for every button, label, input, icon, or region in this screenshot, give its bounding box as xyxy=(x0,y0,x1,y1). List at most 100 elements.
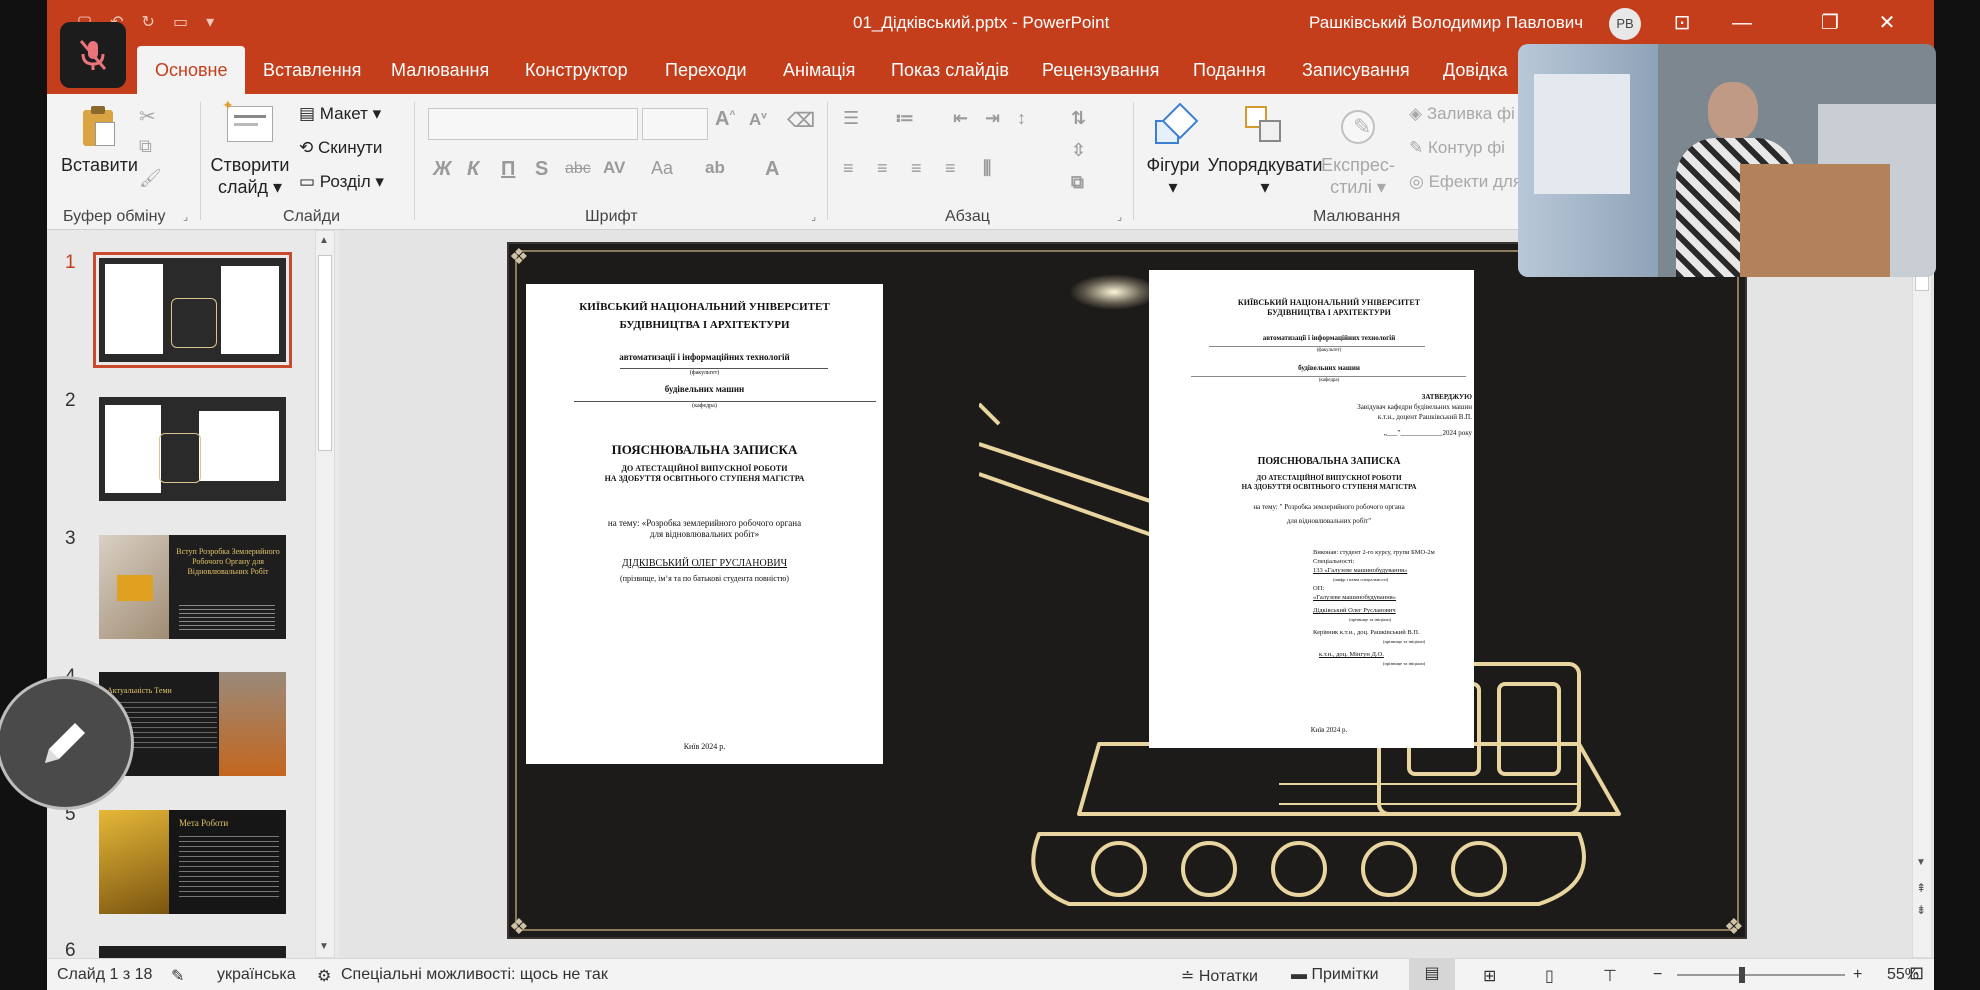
underline-button[interactable]: П xyxy=(501,158,515,181)
layout-button[interactable]: ▤ Макет ▾ xyxy=(299,104,381,124)
text-direction-icon[interactable]: ⇅ xyxy=(1071,108,1086,129)
tab-draw[interactable]: Малювання xyxy=(391,46,489,94)
restore-icon[interactable]: ❐ xyxy=(1815,8,1845,38)
close-icon[interactable]: ✕ xyxy=(1872,8,1902,38)
strikethrough-button[interactable]: abc xyxy=(565,160,591,178)
shadow-button[interactable]: S xyxy=(535,158,548,181)
cut-icon[interactable]: ✂ xyxy=(139,104,156,129)
increase-indent-icon[interactable]: ⇥ xyxy=(985,108,1000,129)
reset-button[interactable]: ⟲ Скинути xyxy=(299,138,382,158)
redo-icon[interactable]: ↻ xyxy=(142,12,155,32)
slide-thumbnail-6[interactable] xyxy=(99,946,286,958)
spellcheck-icon[interactable]: ✎ xyxy=(171,966,184,986)
decrease-font-icon[interactable]: Av xyxy=(749,110,767,130)
columns-icon[interactable]: ⫼ xyxy=(983,158,991,179)
zoom-in-icon[interactable]: + xyxy=(1853,966,1862,984)
user-name[interactable]: Рашківський Володимир Павлович xyxy=(1309,13,1583,33)
scrollbar-thumb[interactable] xyxy=(318,255,332,451)
format-painter-icon[interactable]: 🖌 xyxy=(139,168,162,189)
zoom-slider-thumb[interactable] xyxy=(1739,967,1745,983)
tab-record[interactable]: Записування xyxy=(1302,46,1410,94)
next-slide-icon[interactable]: ⇟ xyxy=(1916,903,1926,917)
shape-outline-button[interactable]: ✎ Контур фі xyxy=(1409,138,1505,158)
change-case-button[interactable]: Aa xyxy=(651,158,673,179)
shape-effects-button[interactable]: ◎ Ефекти для xyxy=(1409,172,1522,192)
slide-thumbnail-1[interactable] xyxy=(93,252,292,368)
copy-icon[interactable]: ⧉ xyxy=(139,136,152,157)
shapes-icon[interactable] xyxy=(1151,102,1199,150)
avatar[interactable]: PB xyxy=(1609,8,1641,40)
arrange-icon[interactable] xyxy=(1245,106,1285,146)
editor-scrollbar[interactable]: ▼ ⇞ ⇟ xyxy=(1912,230,1932,958)
language-indicator[interactable]: українська xyxy=(217,966,296,984)
tab-home[interactable]: Основне xyxy=(137,46,246,94)
new-slide-icon[interactable]: ✦ xyxy=(222,97,273,142)
arrange-button[interactable]: Упорядкувати ▾ xyxy=(1207,154,1323,198)
paste-button[interactable]: Вставити xyxy=(61,154,138,176)
quick-styles-button[interactable]: Експрес-стилі ▾ xyxy=(1317,154,1399,198)
tab-help[interactable]: Довідка xyxy=(1443,46,1508,94)
accessibility-icon[interactable]: ⚙ xyxy=(317,966,331,986)
notes-button[interactable]: ≐ Нотатки xyxy=(1181,966,1258,986)
font-size-combo[interactable] xyxy=(642,108,708,140)
italic-button[interactable]: К xyxy=(467,158,479,181)
annotate-pen-button[interactable] xyxy=(0,676,134,810)
customize-qat-icon[interactable]: ▾ xyxy=(206,12,214,32)
section-button[interactable]: ▭ Розділ ▾ xyxy=(299,172,384,192)
align-center-icon[interactable]: ≡ xyxy=(877,158,888,179)
clear-format-icon[interactable]: ⌫ xyxy=(787,108,815,133)
thumbnails-scrollbar[interactable]: ▲ ▼ xyxy=(315,230,335,958)
char-spacing-button[interactable]: AV xyxy=(603,158,625,178)
normal-view-icon[interactable]: ▤ xyxy=(1409,959,1455,990)
shapes-button[interactable]: Фігури ▾ xyxy=(1143,154,1203,198)
tab-design[interactable]: Конструктор xyxy=(525,46,628,94)
muted-mic-button[interactable] xyxy=(60,22,126,88)
accessibility-status[interactable]: Спеціальні можливості: щось не так xyxy=(341,966,608,984)
decrease-indent-icon[interactable]: ⇤ xyxy=(953,108,968,129)
minimize-icon[interactable]: — xyxy=(1727,8,1757,38)
font-name-combo[interactable] xyxy=(428,108,638,140)
paste-icon[interactable] xyxy=(79,104,117,148)
slideshow-view-icon[interactable]: ⊤ xyxy=(1603,966,1617,986)
font-launcher-icon[interactable]: ⌟ xyxy=(811,210,816,223)
zoom-out-icon[interactable]: − xyxy=(1653,966,1662,984)
slide-canvas[interactable]: ❖ ❖ ❖ ❖ xyxy=(507,242,1747,939)
tab-review[interactable]: Рецензування xyxy=(1042,46,1159,94)
paragraph-launcher-icon[interactable]: ⌟ xyxy=(1117,210,1122,223)
clipboard-launcher-icon[interactable]: ⌟ xyxy=(183,210,188,223)
quick-styles-icon[interactable]: ✎ xyxy=(1337,106,1379,148)
tab-slideshow[interactable]: Показ слайдів xyxy=(891,46,1009,94)
bold-button[interactable]: Ж xyxy=(433,158,452,181)
increase-font-icon[interactable]: A^ xyxy=(715,108,735,131)
fit-to-window-icon[interactable]: ⊡ xyxy=(1909,963,1924,984)
present-icon[interactable]: ▭ xyxy=(173,12,188,32)
font-color-icon[interactable]: A xyxy=(765,158,779,181)
scroll-down-icon[interactable]: ▼ xyxy=(319,941,329,952)
slide-sorter-icon[interactable]: ⊞ xyxy=(1483,966,1496,986)
align-text-icon[interactable]: ⇳ xyxy=(1071,140,1086,161)
slide-thumbnail-2[interactable] xyxy=(99,397,286,501)
smartart-icon[interactable]: ⧉ xyxy=(1071,172,1084,193)
tab-insert[interactable]: Вставлення xyxy=(263,46,361,94)
tab-view[interactable]: Подання xyxy=(1193,46,1266,94)
slide-thumbnail-5[interactable]: Мета Роботи xyxy=(99,810,286,914)
bullets-icon[interactable]: ☰ xyxy=(843,108,859,129)
comments-button[interactable]: ▬ Примітки xyxy=(1291,966,1379,984)
tab-transitions[interactable]: Переходи xyxy=(665,46,747,94)
zoom-slider[interactable] xyxy=(1677,967,1845,983)
shape-fill-button[interactable]: ◈ Заливка фі xyxy=(1409,104,1515,124)
numbering-icon[interactable]: ≔ xyxy=(895,108,914,129)
previous-slide-icon[interactable]: ⇞ xyxy=(1916,881,1926,895)
ribbon-display-icon[interactable]: ⊡ xyxy=(1667,8,1697,38)
scroll-down-icon[interactable]: ▼ xyxy=(1916,857,1926,868)
reading-view-icon[interactable]: ▯ xyxy=(1545,966,1554,986)
slide-thumbnail-3[interactable]: Вступ Розробка Землерийного Робочого Орг… xyxy=(99,535,286,639)
highlight-icon[interactable]: ab xyxy=(705,158,725,178)
tab-animations[interactable]: Анімація xyxy=(783,46,855,94)
new-slide-button[interactable]: Створити слайд ▾ xyxy=(207,154,293,198)
justify-icon[interactable]: ≡ xyxy=(945,158,956,179)
line-spacing-icon[interactable]: ↕ xyxy=(1017,108,1026,129)
scroll-up-icon[interactable]: ▲ xyxy=(319,235,329,246)
align-right-icon[interactable]: ≡ xyxy=(911,158,922,179)
align-left-icon[interactable]: ≡ xyxy=(843,158,854,179)
